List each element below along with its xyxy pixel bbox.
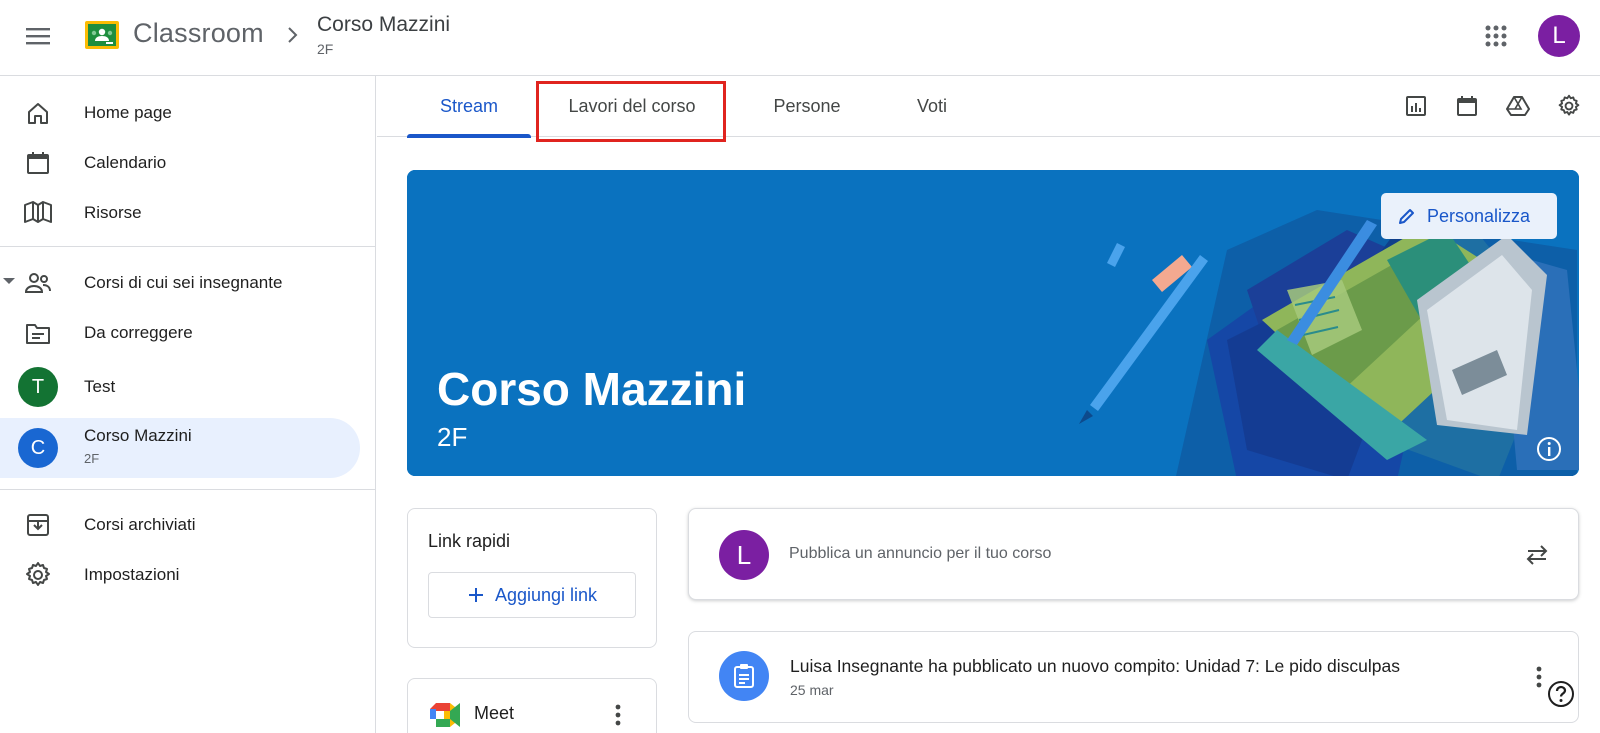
breadcrumb-chevron-icon [285,25,299,50]
analytics-icon [1406,96,1426,116]
sidebar-item-label: Corsi di cui sei insegnante [84,273,283,292]
pencil-icon [1397,206,1417,226]
main-menu-button[interactable] [18,16,58,56]
sidebar-item-label: Test [84,377,116,396]
course-avatar-mazzini: C [18,428,58,468]
app-name[interactable]: Classroom [133,18,264,49]
top-app-bar: Classroom Corso Mazzini 2F L [0,0,1600,76]
sidebar: Home page Calendario Risorse Corsi di cu… [0,76,376,733]
repost-button[interactable] [1519,537,1555,573]
announcement-input[interactable]: Pubblica un annuncio per il tuo corso [789,545,1051,563]
settings-icon [22,559,54,591]
course-letter-avatar: T [18,367,58,407]
announcement-composer[interactable]: L Pubblica un annuncio per il tuo corso [688,508,1579,600]
course-banner: Corso Mazzini 2F Personalizza [407,170,1579,476]
tab-stream[interactable]: Stream [407,76,531,138]
sidebar-item-sublabel: 2F [84,451,100,466]
sidebar-item-teaching[interactable]: Corsi di cui sei insegnante [0,258,360,308]
google-apps-button[interactable] [1476,16,1516,56]
post-date: 25 mar [790,682,834,698]
breadcrumb-course-section: 2F [317,41,334,57]
classroom-logo[interactable] [85,21,119,49]
add-link-button[interactable]: Aggiungi link [428,572,636,618]
sidebar-item-course-test[interactable]: T Test [0,362,360,412]
customize-button[interactable]: Personalizza [1381,193,1557,239]
meet-label: Meet [474,703,515,723]
customize-button-label: Personalizza [1427,205,1531,226]
help-icon [1548,681,1574,707]
calendar-icon [22,147,54,179]
sidebar-item-course-mazzini[interactable]: C Corso Mazzini 2F [0,418,360,478]
post-title[interactable]: Luisa Insegnante ha pubblicato un nuovo … [790,656,1400,677]
sidebar-divider [0,246,376,247]
sidebar-item-label: Corso Mazzini [84,426,192,445]
sidebar-item-label: Da correggere [84,323,193,342]
class-report-button[interactable] [1398,88,1434,124]
stream-post[interactable]: Luisa Insegnante ha pubblicato un nuovo … [688,631,1579,723]
tab-people[interactable]: Persone [747,76,867,137]
banner-course-title: Corso Mazzini [437,363,747,415]
sidebar-item-label: Impostazioni [84,565,180,584]
more-vert-icon [615,704,621,726]
settings-icon [1558,94,1580,116]
breadcrumb-course-title[interactable]: Corso Mazzini [317,13,450,37]
help-button[interactable] [1547,680,1575,708]
hamburger-menu-icon [26,28,50,45]
sidebar-item-resources[interactable]: Risorse [0,188,360,238]
composer-avatar: L [719,530,769,580]
sidebar-item-calendar[interactable]: Calendario [0,138,360,188]
meet-more-button[interactable] [606,703,630,727]
archive-icon [22,509,54,541]
sidebar-item-label: Corsi archiviati [84,515,196,534]
sidebar-item-label: Risorse [84,203,142,222]
info-icon [1537,437,1561,461]
class-info-button[interactable] [1535,435,1563,463]
tab-grades[interactable]: Voti [882,76,982,137]
repost-icon [1526,545,1548,565]
sidebar-divider [0,489,376,490]
sidebar-item-settings[interactable]: Impostazioni [0,550,360,600]
plus-icon [468,588,483,602]
meet-card: Meet [407,678,657,733]
course-avatar-test: T [18,367,58,407]
collapse-caret-icon[interactable] [3,278,15,284]
sidebar-item-to-review[interactable]: Da correggere [0,308,360,358]
account-avatar[interactable]: L [1538,15,1580,57]
sidebar-item-label: Calendario [84,153,167,172]
drive-folder-button[interactable] [1500,88,1536,124]
drive-icon [1506,96,1530,116]
sidebar-item-label: Home page [84,103,172,122]
sidebar-item-archived[interactable]: Corsi archiviati [0,500,360,550]
sidebar-item-home[interactable]: Home page [0,88,360,138]
calendar-button[interactable] [1449,88,1485,124]
class-settings-button[interactable] [1551,88,1587,124]
assignment-icon [719,651,769,701]
quick-links-card: Link rapidi Aggiungi link [407,508,657,648]
book-icon [22,197,54,229]
folder-icon [22,317,54,349]
add-link-label: Aggiungi link [494,584,598,605]
banner-course-section: 2F [437,422,468,452]
calendar-icon [1457,96,1477,116]
course-letter-avatar: C [18,428,58,468]
quick-links-title: Link rapidi [428,531,511,551]
apps-grid-icon [1485,25,1507,47]
meet-icon [430,703,460,727]
people-icon [22,267,54,299]
tab-classwork[interactable]: Lavori del corso [543,76,721,137]
home-icon [22,97,54,129]
more-vert-icon [1536,666,1542,688]
